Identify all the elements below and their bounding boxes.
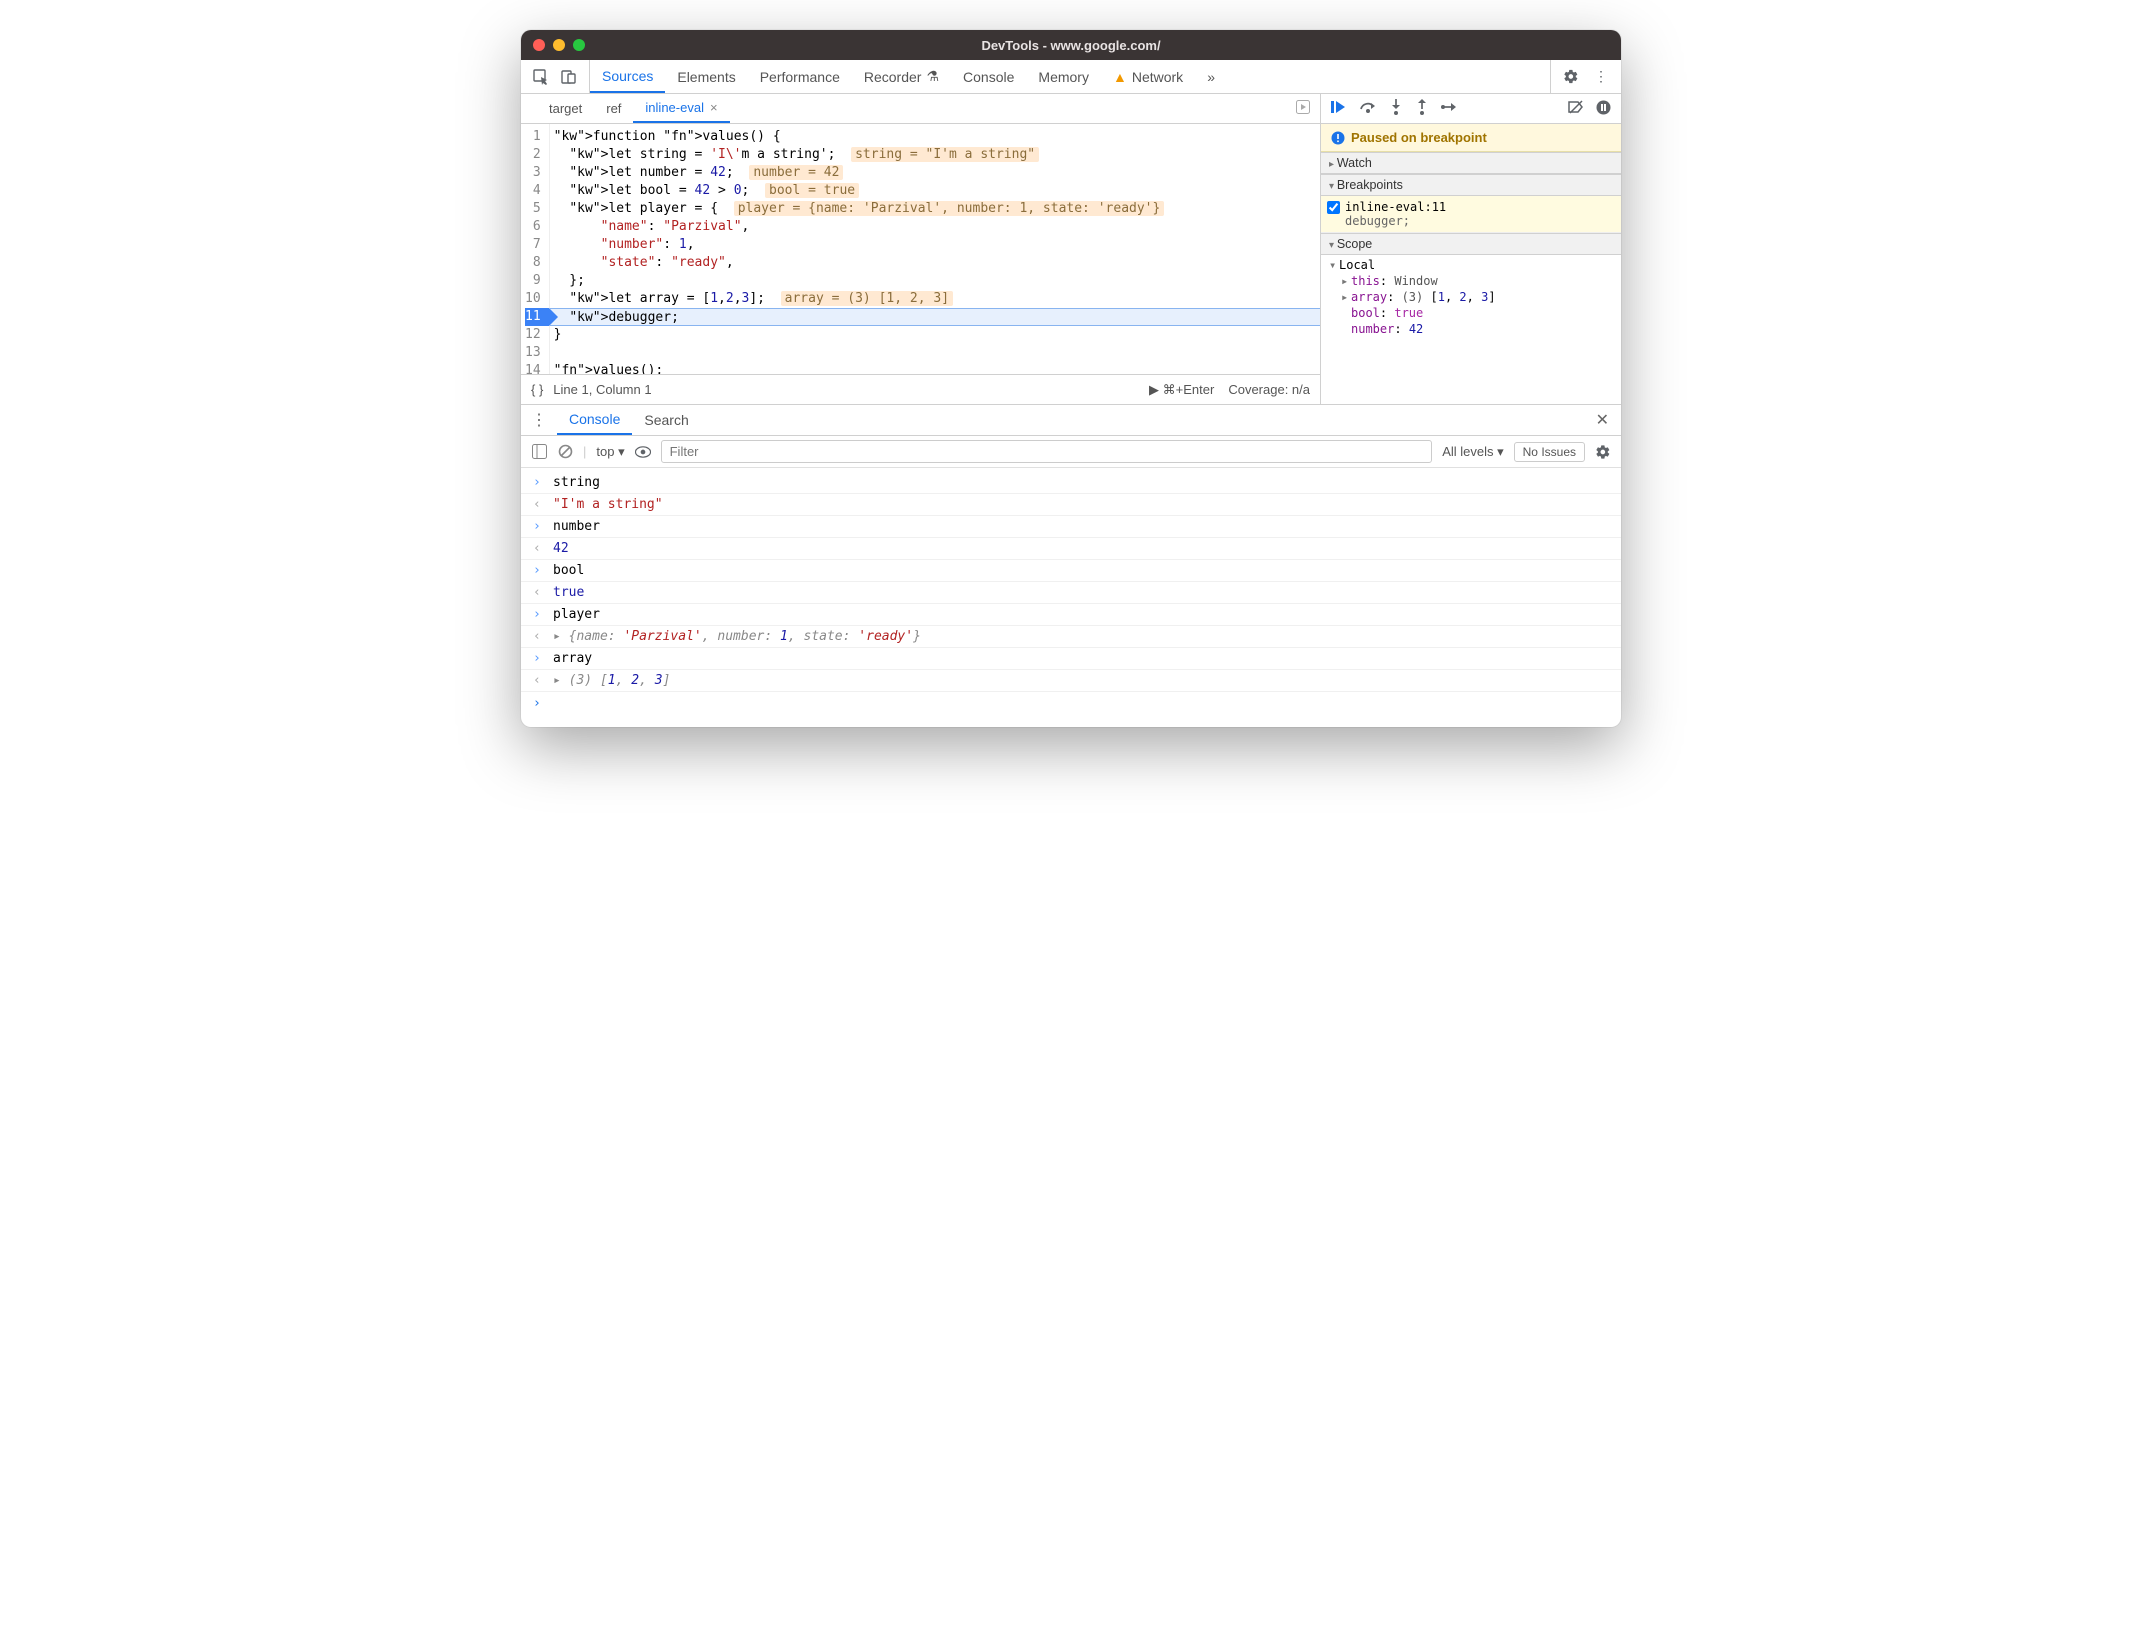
kebab-menu-icon[interactable]: ⋮ xyxy=(1593,69,1609,85)
code-line[interactable]: "kw">let number = 42; number = 42 xyxy=(550,164,1320,182)
code-line[interactable]: "name": "Parzival", xyxy=(550,218,1320,236)
code-line[interactable]: "kw">debugger; xyxy=(550,308,1320,326)
play-snippet-icon[interactable] xyxy=(521,101,537,117)
drawer-close-icon[interactable]: ✕ xyxy=(1584,410,1621,430)
console-row[interactable]: ›number xyxy=(521,516,1621,538)
more-tabs-button[interactable]: » xyxy=(1195,60,1227,93)
step-icon[interactable] xyxy=(1441,100,1459,117)
close-tab-icon[interactable]: × xyxy=(710,100,718,115)
minimize-window-button[interactable] xyxy=(553,39,565,51)
run-icon[interactable] xyxy=(1286,100,1320,117)
code-line[interactable]: "kw">let array = [1,2,3]; array = (3) [1… xyxy=(550,290,1320,308)
file-tab-inline-eval[interactable]: inline-eval× xyxy=(633,94,729,123)
console-sidebar-toggle-icon[interactable] xyxy=(531,444,547,460)
console-row[interactable]: ›array xyxy=(521,648,1621,670)
drawer-tab-console[interactable]: Console xyxy=(557,405,632,435)
inspect-icon[interactable] xyxy=(533,69,549,85)
paused-banner: Paused on breakpoint xyxy=(1321,124,1621,152)
scope-section-header[interactable]: Scope xyxy=(1321,233,1621,255)
zoom-window-button[interactable] xyxy=(573,39,585,51)
console-row[interactable]: ›player xyxy=(521,604,1621,626)
file-tabs: targetrefinline-eval× xyxy=(521,94,1320,124)
tab-elements[interactable]: Elements xyxy=(665,60,747,93)
code-line[interactable]: "number": 1, xyxy=(550,236,1320,254)
debugger-toolbar xyxy=(1321,94,1621,124)
titlebar: DevTools - www.google.com/ xyxy=(521,30,1621,60)
code-line[interactable]: "kw">let player = { player = {name: 'Par… xyxy=(550,200,1320,218)
coverage-label[interactable]: Coverage: n/a xyxy=(1228,382,1310,397)
console-toolbar: | top ▾ All levels ▾ No Issues xyxy=(521,436,1621,468)
run-shortcut[interactable]: ▶ ⌘+Enter xyxy=(1149,382,1214,398)
traffic-lights xyxy=(533,39,585,51)
console-output[interactable]: ›string‹"I'm a string"›number‹42›bool‹tr… xyxy=(521,468,1621,727)
main-tabs: SourcesElementsPerformanceRecorder ⚗Cons… xyxy=(521,60,1621,94)
tab-performance[interactable]: Performance xyxy=(748,60,852,93)
scope-variable[interactable]: ▸this: Window xyxy=(1341,273,1613,289)
code-editor[interactable]: 1234567891011121314 "kw">function "fn">v… xyxy=(521,124,1320,374)
console-row[interactable]: ‹true xyxy=(521,582,1621,604)
resume-icon[interactable] xyxy=(1331,100,1347,117)
editor-status-bar: { } Line 1, Column 1 ▶ ⌘+Enter Coverage:… xyxy=(521,374,1320,404)
live-expression-icon[interactable] xyxy=(635,444,651,460)
console-row[interactable]: ‹"I'm a string" xyxy=(521,494,1621,516)
code-line[interactable]: "kw">function "fn">values() { xyxy=(550,128,1320,146)
debugger-pane: Paused on breakpoint Watch Breakpoints i… xyxy=(1321,94,1621,404)
close-window-button[interactable] xyxy=(533,39,545,51)
braces-icon[interactable]: { } xyxy=(531,382,543,397)
filter-input[interactable] xyxy=(661,440,1433,463)
tab-memory[interactable]: Memory xyxy=(1026,60,1101,93)
code-line[interactable]: "kw">let string = 'I\'m a string'; strin… xyxy=(550,146,1320,164)
step-into-icon[interactable] xyxy=(1389,99,1403,118)
issues-button[interactable]: No Issues xyxy=(1514,442,1585,462)
breakpoint-item[interactable]: inline-eval:11 debugger; xyxy=(1321,196,1621,233)
scope-variable[interactable]: ▸array: (3) [1, 2, 3] xyxy=(1341,289,1613,305)
file-tab-ref[interactable]: ref xyxy=(594,94,633,123)
console-row[interactable]: ›string xyxy=(521,472,1621,494)
tab-console[interactable]: Console xyxy=(951,60,1026,93)
breakpoint-snippet: debugger; xyxy=(1345,214,1613,228)
drawer-menu-icon[interactable]: ⋮ xyxy=(521,410,557,430)
code-line[interactable]: "state": "ready", xyxy=(550,254,1320,272)
watch-section-header[interactable]: Watch xyxy=(1321,152,1621,174)
console-row[interactable]: ‹▸ {name: 'Parzival', number: 1, state: … xyxy=(521,626,1621,648)
drawer-tabs: ⋮ ConsoleSearch ✕ xyxy=(521,404,1621,436)
console-row[interactable]: ‹42 xyxy=(521,538,1621,560)
scope-variable[interactable]: bool: true xyxy=(1341,305,1613,321)
code-line[interactable]: }; xyxy=(550,272,1320,290)
window-title: DevTools - www.google.com/ xyxy=(981,38,1160,53)
console-row[interactable]: ›bool xyxy=(521,560,1621,582)
deactivate-breakpoints-icon[interactable] xyxy=(1568,100,1584,117)
device-toggle-icon[interactable] xyxy=(561,69,577,85)
console-row[interactable]: ‹▸ (3) [1, 2, 3] xyxy=(521,670,1621,692)
pause-exceptions-icon[interactable] xyxy=(1596,100,1611,118)
context-selector[interactable]: top ▾ xyxy=(596,444,624,460)
breakpoints-section-header[interactable]: Breakpoints xyxy=(1321,174,1621,196)
breakpoint-location: inline-eval:11 xyxy=(1345,200,1613,214)
console-settings-icon[interactable] xyxy=(1595,444,1611,460)
file-tab-target[interactable]: target xyxy=(537,94,594,123)
code-line[interactable]: "fn">values(); xyxy=(550,362,1320,374)
scope-variable[interactable]: number: 42 xyxy=(1341,321,1613,337)
tab-sources[interactable]: Sources xyxy=(590,60,665,93)
code-line[interactable]: "kw">let bool = 42 > 0; bool = true xyxy=(550,182,1320,200)
step-over-icon[interactable] xyxy=(1359,100,1377,117)
tab-recorder[interactable]: Recorder ⚗ xyxy=(852,60,951,93)
code-line[interactable]: } xyxy=(550,326,1320,344)
console-prompt[interactable]: › xyxy=(521,692,1621,715)
clear-console-icon[interactable] xyxy=(557,444,573,460)
scope-content: ▾Local ▸this: Window▸array: (3) [1, 2, 3… xyxy=(1321,255,1621,339)
settings-icon[interactable] xyxy=(1563,69,1579,85)
tab-network[interactable]: ▲ Network xyxy=(1101,60,1195,93)
cursor-position: Line 1, Column 1 xyxy=(553,382,651,397)
drawer-tab-search[interactable]: Search xyxy=(632,405,700,435)
log-levels-selector[interactable]: All levels ▾ xyxy=(1442,444,1503,460)
code-line[interactable] xyxy=(550,344,1320,362)
devtools-window: DevTools - www.google.com/ SourcesElemen… xyxy=(521,30,1621,727)
step-out-icon[interactable] xyxy=(1415,99,1429,118)
scope-local-label[interactable]: Local xyxy=(1339,258,1375,272)
breakpoint-checkbox[interactable] xyxy=(1327,201,1340,214)
